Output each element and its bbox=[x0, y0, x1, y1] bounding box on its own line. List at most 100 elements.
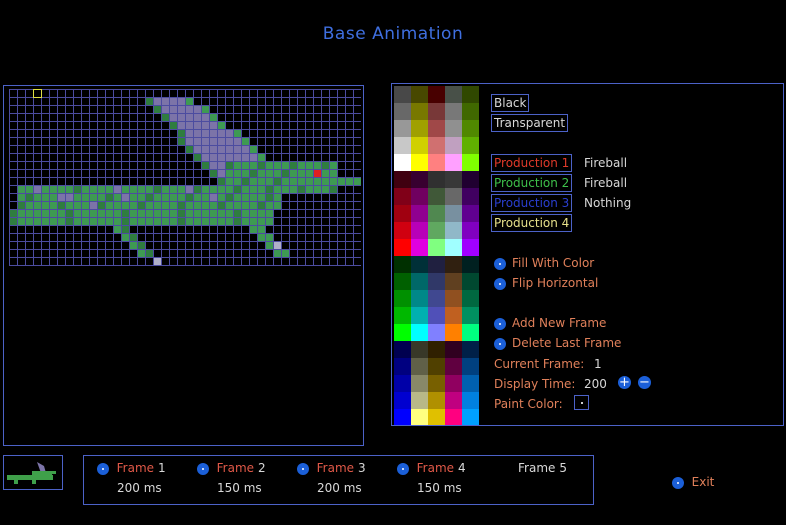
palette-swatch[interactable] bbox=[394, 256, 411, 273]
palette-swatch[interactable] bbox=[394, 273, 411, 290]
radio-icon[interactable] bbox=[494, 257, 506, 270]
radio-icon[interactable] bbox=[97, 462, 109, 475]
palette-swatch[interactable] bbox=[462, 273, 479, 290]
palette-swatch[interactable] bbox=[462, 171, 479, 188]
palette-swatch[interactable] bbox=[411, 205, 428, 222]
palette-swatch[interactable] bbox=[462, 324, 479, 341]
palette-swatch[interactable] bbox=[428, 375, 445, 392]
palette-swatch[interactable] bbox=[462, 375, 479, 392]
palette-swatch[interactable] bbox=[428, 290, 445, 307]
palette-swatch[interactable] bbox=[428, 273, 445, 290]
color-palette[interactable] bbox=[392, 84, 482, 425]
palette-swatch[interactable] bbox=[428, 307, 445, 324]
palette-swatch[interactable] bbox=[428, 341, 445, 358]
palette-swatch[interactable] bbox=[394, 120, 411, 137]
palette-swatch[interactable] bbox=[394, 375, 411, 392]
palette-swatch[interactable] bbox=[411, 324, 428, 341]
palette-swatch[interactable] bbox=[462, 341, 479, 358]
palette-swatch[interactable] bbox=[411, 171, 428, 188]
palette-swatch[interactable] bbox=[462, 256, 479, 273]
palette-swatch[interactable] bbox=[462, 86, 479, 103]
palette-swatch[interactable] bbox=[445, 86, 462, 103]
pixel-grid[interactable] bbox=[9, 89, 361, 269]
palette-swatch[interactable] bbox=[394, 171, 411, 188]
palette-swatch[interactable] bbox=[428, 205, 445, 222]
palette-swatch[interactable] bbox=[394, 239, 411, 256]
palette-swatch[interactable] bbox=[411, 239, 428, 256]
palette-swatch[interactable] bbox=[462, 222, 479, 239]
palette-swatch[interactable] bbox=[445, 358, 462, 375]
palette-swatch[interactable] bbox=[445, 273, 462, 290]
palette-swatch[interactable] bbox=[411, 273, 428, 290]
palette-swatch[interactable] bbox=[394, 188, 411, 205]
palette-swatch[interactable] bbox=[428, 171, 445, 188]
radio-icon[interactable] bbox=[197, 462, 209, 475]
palette-swatch[interactable] bbox=[462, 358, 479, 375]
palette-swatch[interactable] bbox=[445, 188, 462, 205]
palette-swatch[interactable] bbox=[462, 103, 479, 120]
palette-swatch[interactable] bbox=[445, 205, 462, 222]
palette-swatch[interactable] bbox=[411, 341, 428, 358]
palette-swatch[interactable] bbox=[428, 392, 445, 409]
production-3-button[interactable]: Production 3 bbox=[491, 194, 573, 212]
palette-swatch[interactable] bbox=[411, 375, 428, 392]
palette-swatch[interactable] bbox=[394, 290, 411, 307]
palette-swatch[interactable] bbox=[445, 307, 462, 324]
palette-swatch[interactable] bbox=[394, 409, 411, 425]
palette-swatch[interactable] bbox=[411, 409, 428, 425]
palette-swatch[interactable] bbox=[428, 188, 445, 205]
palette-swatch[interactable] bbox=[411, 188, 428, 205]
palette-swatch[interactable] bbox=[411, 222, 428, 239]
palette-swatch[interactable] bbox=[411, 154, 428, 171]
palette-swatch[interactable] bbox=[428, 324, 445, 341]
palette-swatch[interactable] bbox=[445, 341, 462, 358]
palette-swatch[interactable] bbox=[411, 256, 428, 273]
palette-swatch[interactable] bbox=[411, 120, 428, 137]
palette-swatch[interactable] bbox=[411, 290, 428, 307]
palette-swatch[interactable] bbox=[411, 137, 428, 154]
palette-swatch[interactable] bbox=[445, 120, 462, 137]
palette-swatch[interactable] bbox=[428, 154, 445, 171]
black-button[interactable]: Black bbox=[491, 94, 530, 112]
palette-swatch[interactable] bbox=[411, 103, 428, 120]
palette-swatch[interactable] bbox=[394, 86, 411, 103]
palette-swatch[interactable] bbox=[394, 307, 411, 324]
palette-swatch[interactable] bbox=[445, 137, 462, 154]
radio-icon[interactable] bbox=[494, 277, 506, 290]
palette-swatch[interactable] bbox=[428, 409, 445, 425]
palette-swatch[interactable] bbox=[462, 154, 479, 171]
palette-swatch[interactable] bbox=[445, 222, 462, 239]
palette-swatch[interactable] bbox=[428, 103, 445, 120]
palette-swatch[interactable] bbox=[411, 358, 428, 375]
paint-color-swatch[interactable] bbox=[574, 395, 589, 410]
radio-icon[interactable] bbox=[297, 462, 309, 475]
palette-swatch[interactable] bbox=[394, 324, 411, 341]
palette-swatch[interactable] bbox=[462, 205, 479, 222]
palette-swatch[interactable] bbox=[445, 324, 462, 341]
palette-swatch[interactable] bbox=[462, 409, 479, 425]
add-new-frame-option[interactable]: Add New Frame bbox=[494, 316, 606, 330]
palette-swatch[interactable] bbox=[462, 307, 479, 324]
palette-swatch[interactable] bbox=[445, 409, 462, 425]
palette-swatch[interactable] bbox=[445, 239, 462, 256]
palette-swatch[interactable] bbox=[428, 239, 445, 256]
delete-last-frame-option[interactable]: Delete Last Frame bbox=[494, 336, 621, 350]
production-4-button[interactable]: Production 4 bbox=[491, 214, 573, 232]
palette-swatch[interactable] bbox=[411, 392, 428, 409]
palette-swatch[interactable] bbox=[462, 137, 479, 154]
palette-swatch[interactable] bbox=[462, 290, 479, 307]
palette-swatch[interactable] bbox=[445, 256, 462, 273]
palette-swatch[interactable] bbox=[462, 392, 479, 409]
palette-swatch[interactable] bbox=[411, 86, 428, 103]
production-2-button[interactable]: Production 2 bbox=[491, 174, 573, 192]
palette-swatch[interactable] bbox=[428, 222, 445, 239]
radio-icon[interactable] bbox=[672, 476, 684, 489]
palette-swatch[interactable] bbox=[394, 392, 411, 409]
production-1-button[interactable]: Production 1 bbox=[491, 154, 573, 172]
palette-swatch[interactable] bbox=[428, 256, 445, 273]
palette-swatch[interactable] bbox=[462, 239, 479, 256]
palette-swatch[interactable] bbox=[394, 154, 411, 171]
palette-swatch[interactable] bbox=[394, 103, 411, 120]
minus-icon[interactable]: − bbox=[638, 376, 651, 389]
radio-icon[interactable] bbox=[494, 337, 506, 350]
